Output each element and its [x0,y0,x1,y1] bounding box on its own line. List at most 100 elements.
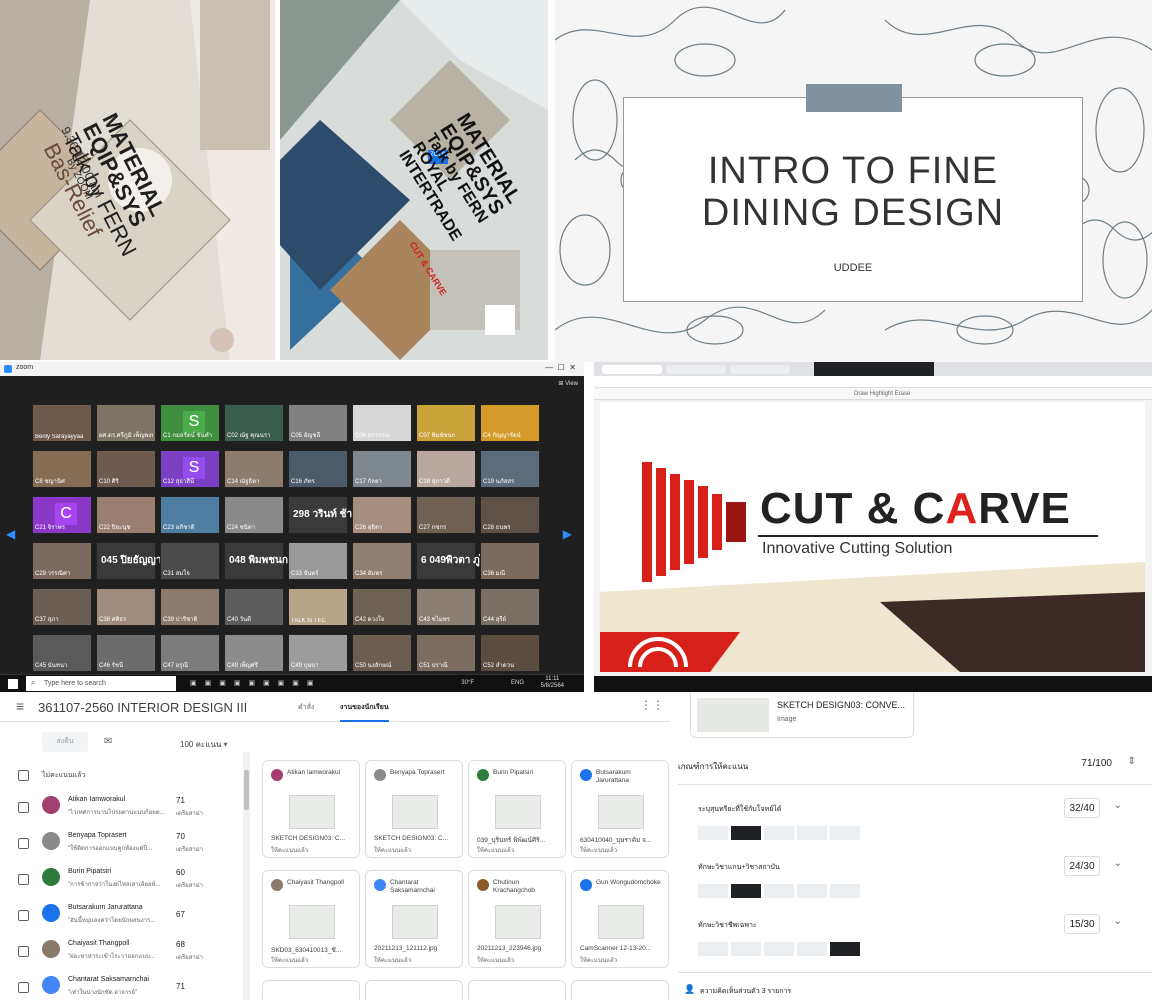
taskbar-app-icons[interactable]: ▣▣▣▣▣▣▣▣▣ [190,679,322,687]
participant-tile[interactable]: 298 วรินท์ ช้างไ... [288,496,370,534]
participant-tile[interactable]: C51 ปราณี [416,634,476,672]
participant-tile[interactable]: C24 ชนิดา [224,496,284,534]
browser-tab[interactable] [666,365,726,374]
gallery-next-icon[interactable]: ▶ [563,527,572,541]
menu-icon[interactable]: ≡ [16,698,24,714]
participant-tile[interactable]: S C12 สุธาสินี [160,450,220,488]
student-checkbox[interactable] [18,946,29,957]
participant-tile[interactable]: 048 พิมพชนก... [224,542,296,580]
participant-tile[interactable]: C06 อรวรรณ [352,404,412,442]
participant-tile[interactable]: C36 มณี [480,542,540,580]
browser-addressbar[interactable] [594,376,1152,388]
submission-card[interactable]: Gun Wongudomchoke CamScanner 12-13-20... ใ… [571,870,669,968]
participant-tile[interactable]: C19 นภัสสร [480,450,540,488]
rubric-level-box[interactable] [731,942,761,956]
attachment-card[interactable]: SKETCH DESIGN03: CONVE... Image [690,692,914,738]
participant-tile[interactable]: C33 จันทร์ [288,542,348,580]
participant-tile[interactable]: C29 วรรณิศา [32,542,92,580]
rubric-level-box[interactable] [698,942,728,956]
select-all-checkbox[interactable] [18,770,29,781]
zoom-view-button[interactable]: ⊞ View [558,380,578,387]
participant-tile[interactable]: ผศ.ดร.ศรีภูมิ เพ็ญพงษ์ [96,404,156,442]
private-comments-link[interactable]: ความคิดเห็นส่วนตัว 3 รายการ [700,986,791,997]
student-checkbox[interactable] [18,802,29,813]
participant-tile[interactable]: C05 อัญชลี [288,404,348,442]
participant-tile[interactable]: 6 049พิวตา ภูไ... [416,542,493,580]
student-row[interactable]: Burin Pipatsiri "การข้ากาจว่าในงดไหลเสาเล… [0,862,240,900]
participant-tile[interactable]: C4 กัญญารัตน์ [480,404,540,442]
rubric-level-box[interactable] [731,884,761,898]
rubric-level-box[interactable] [764,826,794,840]
tab-student-work[interactable]: งานของนักเรียน [340,702,389,722]
participant-tile[interactable]: C16 ภัทร [288,450,348,488]
submission-card[interactable]: Chutinun Krachangchob 20211213_223946.jpg… [468,870,566,968]
rubric-level-box[interactable] [830,942,860,956]
participant-tile[interactable]: C37 สุภา [32,588,92,626]
window-controls[interactable]: — ☐ ✕ [545,363,576,372]
rubric-level-box[interactable] [830,884,860,898]
gallery-prev-icon[interactable]: ◀ [6,527,15,541]
rubric-level-box[interactable] [764,942,794,956]
participant-tile[interactable]: C22 ปิยะนุช [96,496,156,534]
participant-tile[interactable]: C39 ปาริชาติ [160,588,220,626]
participant-tile[interactable]: Benly Sarayayyaa [32,404,92,442]
participant-tile[interactable]: C18 สุภาวดี [416,450,476,488]
participant-tile[interactable]: C23 อภิชาติ [160,496,220,534]
return-button[interactable]: ส่งคืน [42,732,88,752]
participant-tile[interactable]: C28 ธนพร [480,496,540,534]
student-row[interactable]: Atikan Iamworakul "ไวเทศการนานโปรยดานแนบก… [0,790,240,828]
participant-tile[interactable]: C14 ณัฐธิดา [224,450,284,488]
browser-tab[interactable] [730,365,790,374]
submission-card[interactable]: Butsarakum Jarurattana 630410040_บุษราคัม… [571,760,669,858]
student-checkbox[interactable] [18,838,29,849]
submission-card[interactable]: Atikan Iamworakul SKETCH DESIGN03: C... ให… [262,760,360,858]
points-select[interactable]: 100 คะแนน ▾ [180,738,228,751]
participant-tile[interactable]: C8 ชญานิศ [32,450,92,488]
rubric-criterion[interactable]: ทักษะวิชาชีพเฉพาะ 15/30 ⌄ [690,912,1140,956]
participant-tile[interactable]: TALK to TEC [288,588,348,626]
windows-start-icon[interactable] [8,679,18,689]
participant-tile[interactable]: C40 วันดี [224,588,284,626]
rubric-level-box[interactable] [797,826,827,840]
participant-tile[interactable]: C48 เพ็ญศรี [224,634,284,672]
rubric-level-box[interactable] [797,884,827,898]
rubric-level-box[interactable] [797,942,827,956]
submission-card[interactable] [262,980,360,1000]
submission-card[interactable] [468,980,566,1000]
pen-toolbar[interactable] [814,362,934,376]
tab-instructions[interactable]: คำสั่ง [298,702,314,713]
submission-card[interactable] [365,980,463,1000]
criterion-score[interactable]: 15/30 [1064,914,1100,934]
pdf-toolbar[interactable]: Draw Highlight Erase [594,388,1152,400]
participant-tile[interactable]: C42 ดวงใจ [352,588,412,626]
participant-tile[interactable]: C50 นงลักษณ์ [352,634,412,672]
student-checkbox[interactable] [18,874,29,885]
taskbar-search-input[interactable]: ⌕ Type here to search [26,676,176,691]
rubric-level-box[interactable] [731,826,761,840]
participant-tile[interactable]: S C1 กมลรัตน์ ขันคำ [160,404,220,442]
participant-tile[interactable]: C45 นันทนา [32,634,92,672]
participant-tile[interactable]: 045 ปิยธัญญา ท... [96,542,179,580]
criterion-score[interactable]: 32/40 [1064,798,1100,818]
participant-tile[interactable]: C17 กัลยา [352,450,412,488]
participant-tile[interactable]: C02 ณัฐ คุณนรา [224,404,284,442]
student-row[interactable]: Chantarat Saksamarnchai "เท่าในน่างนักซัด… [0,970,240,1000]
chevron-down-icon[interactable]: ⌄ [1114,916,1122,927]
rubric-criterion[interactable]: ทักษะวิชาแกน+วิชาสถาบัน 24/30 ⌄ [690,854,1140,898]
student-row[interactable]: Benyapa Toprasert "ใช้ติดการออกแบบคูกห้อง… [0,826,240,864]
participant-tile[interactable]: C52 ลำดวน [480,634,540,672]
email-icon[interactable]: ✉ [104,736,112,747]
submission-card[interactable]: Chantarat Saksamarnchai 20211213_121112.j… [365,870,463,968]
participant-tile[interactable]: C07 พิมพ์ชนก [416,404,476,442]
participant-tile[interactable]: C49 บุษบา [288,634,348,672]
student-row[interactable]: Butsarakum Jarurattana "อันนี้หมุ่แลงคว่า… [0,898,240,936]
participant-tile[interactable]: C C21 จิราพร [32,496,92,534]
sort-icon[interactable]: ⇕ [1128,756,1136,767]
scrollbar-thumb[interactable] [244,770,249,810]
apps-grid-icon[interactable]: ⋮⋮ [640,698,664,712]
participant-tile[interactable]: C38 ศศิธร [96,588,156,626]
rubric-level-box[interactable] [764,884,794,898]
participant-tile[interactable]: C27 กชกร [416,496,476,534]
submission-card[interactable] [571,980,669,1000]
participant-tile[interactable]: C47 อรุณี [160,634,220,672]
